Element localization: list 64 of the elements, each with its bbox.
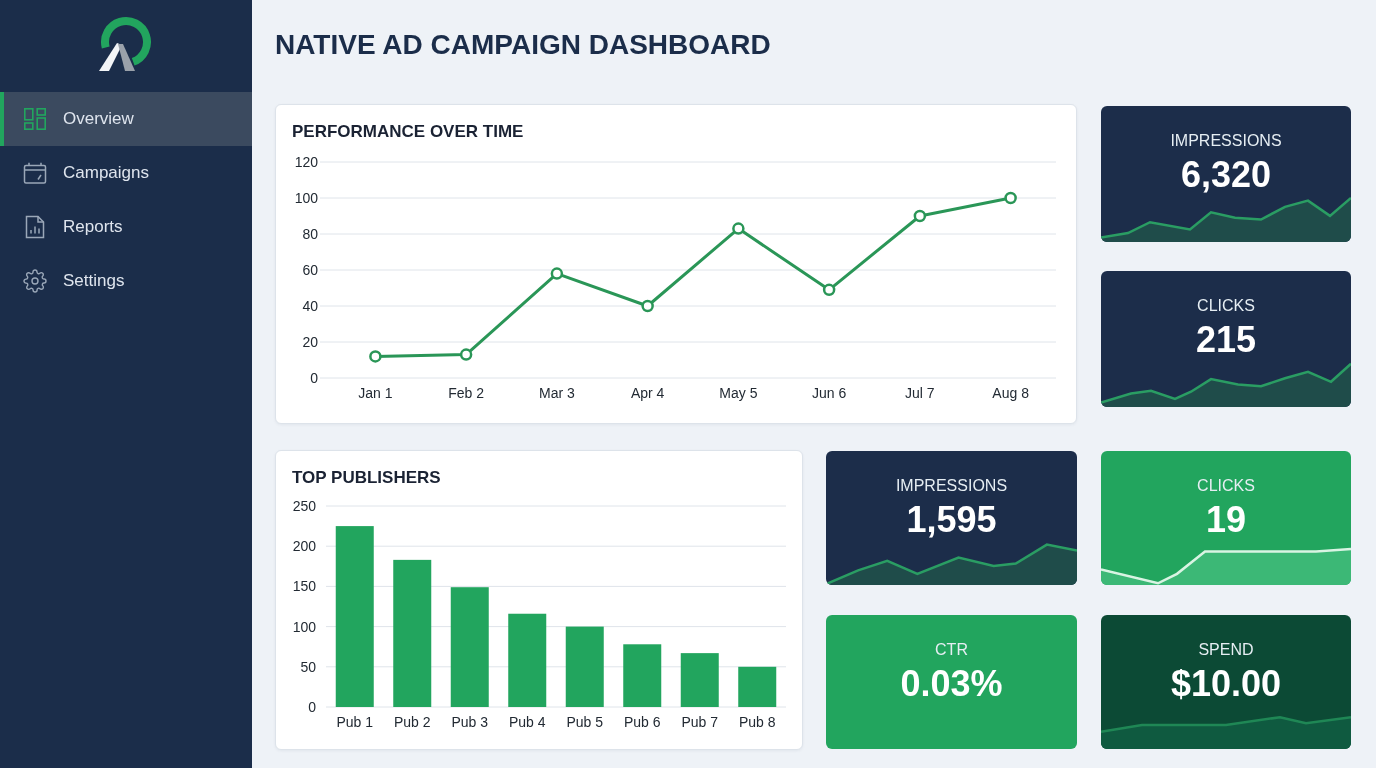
settings-icon (23, 269, 47, 293)
logo-icon (98, 16, 154, 72)
stat-value: 6,320 (1180, 153, 1272, 197)
axis-label: 100 (292, 618, 316, 635)
stat-label: SPEND (1198, 640, 1254, 660)
axis-label: Pub 1 (336, 714, 374, 730)
stat-value: 0.03% (900, 662, 1003, 706)
nav-item[interactable]: Overview (0, 92, 252, 146)
data-point (369, 350, 382, 363)
axis-label: 50 (300, 658, 316, 675)
data-point (550, 267, 564, 280)
axis-label: May 5 (719, 385, 758, 401)
axis-label: Pub 6 (623, 714, 661, 730)
data-point (822, 283, 836, 297)
nav-item[interactable]: Settings (0, 254, 252, 308)
document-chart-icon (23, 215, 47, 239)
axis-label: 80 (302, 226, 318, 242)
axis-label: Aug 8 (992, 385, 1029, 401)
axis-label: Jul 7 (905, 385, 935, 401)
axis-label: 20 (302, 334, 318, 350)
axis-label: 250 (292, 498, 316, 514)
stat-value: 215 (1195, 318, 1257, 362)
axis-label: Pub 2 (393, 714, 431, 730)
axis-label: 200 (292, 538, 316, 555)
axis-label: Pub 4 (508, 714, 546, 730)
axis-label: 100 (294, 190, 318, 206)
axis-label: Pub 5 (566, 714, 604, 730)
chart-bar (738, 666, 777, 707)
axis-label: Pub 7 (681, 714, 719, 730)
stat-value: 19 (1205, 498, 1246, 542)
data-point (732, 222, 745, 235)
axis-label: 150 (292, 578, 316, 595)
stat-label: IMPRESSIONS (895, 476, 1008, 496)
chart-bar (680, 653, 719, 707)
chart-title: PERFORMANCE OVER TIME (292, 121, 524, 143)
axis-label: Pub 3 (451, 714, 489, 730)
data-point (459, 348, 473, 361)
page-title: NATIVE AD CAMPAIGN DASHBOARD (275, 28, 771, 62)
axis-label: 60 (302, 262, 318, 278)
stat-label: CTR (935, 640, 968, 660)
axis-label: Jan 1 (358, 385, 393, 401)
axis-label: 0 (310, 370, 318, 386)
axis-label: 40 (302, 298, 318, 314)
stat-label: CLICKS (1197, 476, 1255, 496)
nav-item[interactable]: Campaigns (0, 146, 252, 200)
stat-value: $10.00 (1170, 662, 1282, 706)
data-point (913, 209, 927, 223)
chart-bar (623, 644, 662, 707)
axis-label: Apr 4 (630, 385, 665, 401)
calendar-icon (23, 161, 47, 185)
axis-label: Feb 2 (448, 385, 485, 401)
axis-label: 0 (308, 699, 316, 715)
stat-value: 1,595 (906, 498, 997, 542)
axis-label: Pub 8 (738, 714, 776, 730)
dashboard-icon (23, 107, 47, 131)
chart-title: TOP PUBLISHERS (292, 467, 441, 489)
axis-label: Mar 3 (539, 385, 575, 401)
stat-label: IMPRESSIONS (1170, 131, 1282, 151)
data-point (1004, 191, 1017, 205)
nav-item[interactable]: Reports (0, 200, 252, 254)
axis-label: Jun 6 (812, 385, 847, 401)
data-point (641, 299, 654, 313)
stat-label: CLICKS (1197, 296, 1255, 316)
axis-label: 120 (294, 154, 318, 170)
